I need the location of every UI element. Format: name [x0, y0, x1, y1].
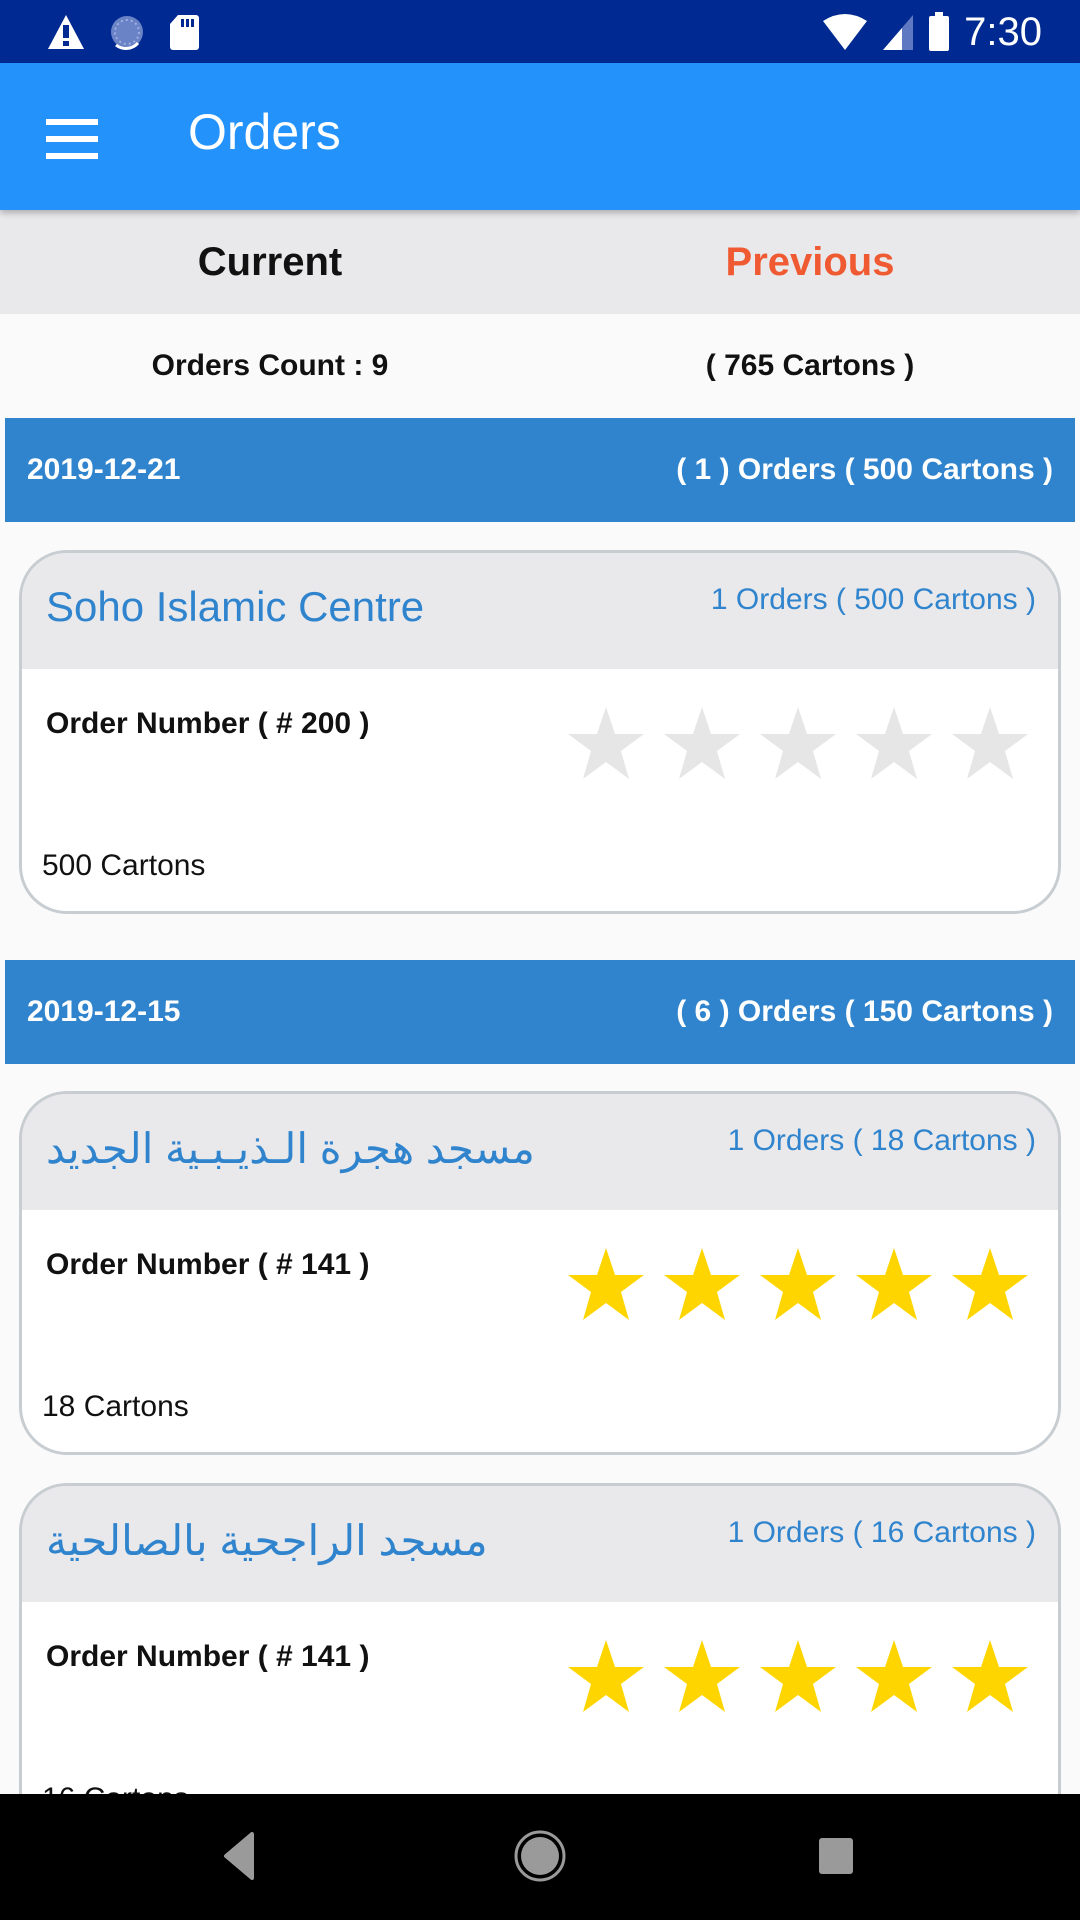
star-filled-icon[interactable]: [950, 1638, 1030, 1714]
wifi-icon: [823, 14, 868, 50]
star-empty-icon[interactable]: [758, 705, 838, 781]
group-summary: ( 6 ) Orders ( 150 Cartons ): [676, 995, 1053, 1028]
card-header: مسجد هجرة الـذيـبـية الجديد 1 Orders ( 1…: [22, 1094, 1058, 1210]
sync-icon: [111, 16, 143, 50]
orders-summary: Orders Count : 9 ( 765 Cartons ): [0, 314, 1080, 418]
star-filled-icon[interactable]: [662, 1638, 742, 1714]
star-rating[interactable]: [566, 705, 1030, 781]
star-empty-icon[interactable]: [566, 705, 646, 781]
group-summary: ( 1 ) Orders ( 500 Cartons ): [676, 453, 1053, 486]
mosque-name: مسجد هجرة الـذيـبـية الجديد: [46, 1125, 535, 1172]
warning-icon: [48, 15, 84, 49]
star-filled-icon[interactable]: [758, 1638, 838, 1714]
clock: 7:30: [964, 9, 1042, 54]
star-rating[interactable]: [566, 1246, 1030, 1322]
order-card[interactable]: Soho Islamic Centre 1 Orders ( 500 Carto…: [19, 550, 1061, 914]
star-filled-icon[interactable]: [854, 1638, 934, 1714]
tab-current[interactable]: Current: [0, 210, 540, 314]
star-empty-icon[interactable]: [854, 705, 934, 781]
tab-bar: Current Previous: [0, 210, 1080, 314]
star-empty-icon[interactable]: [662, 705, 742, 781]
mosque-name: Soho Islamic Centre: [46, 583, 425, 630]
date-group-header: 2019-12-15 ( 6 ) Orders ( 150 Cartons ): [5, 960, 1075, 1064]
app-bar: Orders: [0, 63, 1080, 210]
card-body: Order Number ( # 200 ) 500 Cartons: [22, 669, 1058, 909]
group-date: 2019-12-21: [27, 453, 181, 486]
card-header: مسجد الراجحية بالصالحية 1 Orders ( 16 Ca…: [22, 1486, 1058, 1602]
star-filled-icon[interactable]: [950, 1246, 1030, 1322]
status-bar: 7:30: [0, 0, 1080, 63]
page-title: Orders: [188, 104, 341, 160]
back-icon[interactable]: [206, 1826, 276, 1886]
star-filled-icon[interactable]: [662, 1246, 742, 1322]
cartons-count: 18 Cartons: [42, 1390, 189, 1423]
star-filled-icon[interactable]: [854, 1246, 934, 1322]
star-filled-icon[interactable]: [758, 1246, 838, 1322]
star-filled-icon[interactable]: [566, 1638, 646, 1714]
card-order-count: 1 Orders ( 16 Cartons ): [727, 1516, 1036, 1549]
sd-card-icon: [170, 15, 199, 50]
star-rating[interactable]: [566, 1638, 1030, 1714]
cartons-count: 500 Cartons: [42, 849, 206, 882]
order-card[interactable]: مسجد الراجحية بالصالحية 1 Orders ( 16 Ca…: [19, 1483, 1061, 1847]
home-icon[interactable]: [505, 1826, 575, 1886]
orders-count: Orders Count : 9: [151, 349, 389, 382]
system-nav-bar: [0, 1794, 1080, 1920]
star-empty-icon[interactable]: [950, 705, 1030, 781]
date-group-header: 2019-12-21 ( 1 ) Orders ( 500 Cartons ): [5, 418, 1075, 522]
order-card[interactable]: مسجد هجرة الـذيـبـية الجديد 1 Orders ( 1…: [19, 1091, 1061, 1455]
star-filled-icon[interactable]: [566, 1246, 646, 1322]
tab-previous[interactable]: Previous: [540, 210, 1080, 314]
hamburger-menu-icon[interactable]: [46, 119, 98, 159]
card-order-count: 1 Orders ( 18 Cartons ): [727, 1124, 1036, 1157]
group-date: 2019-12-15: [27, 995, 181, 1028]
card-header: Soho Islamic Centre 1 Orders ( 500 Carto…: [22, 553, 1058, 669]
order-number: Order Number ( # 200 ): [46, 707, 370, 740]
order-number: Order Number ( # 141 ): [46, 1248, 370, 1281]
order-number: Order Number ( # 141 ): [46, 1640, 370, 1673]
mosque-name: مسجد الراجحية بالصالحية: [46, 1517, 488, 1564]
card-body: Order Number ( # 141 ) 18 Cartons: [22, 1210, 1058, 1450]
cartons-total: ( 765 Cartons ): [705, 349, 915, 382]
card-order-count: 1 Orders ( 500 Cartons ): [710, 583, 1036, 616]
battery-icon: [929, 12, 950, 51]
signal-icon: [883, 15, 914, 50]
recents-icon[interactable]: [802, 1826, 872, 1886]
